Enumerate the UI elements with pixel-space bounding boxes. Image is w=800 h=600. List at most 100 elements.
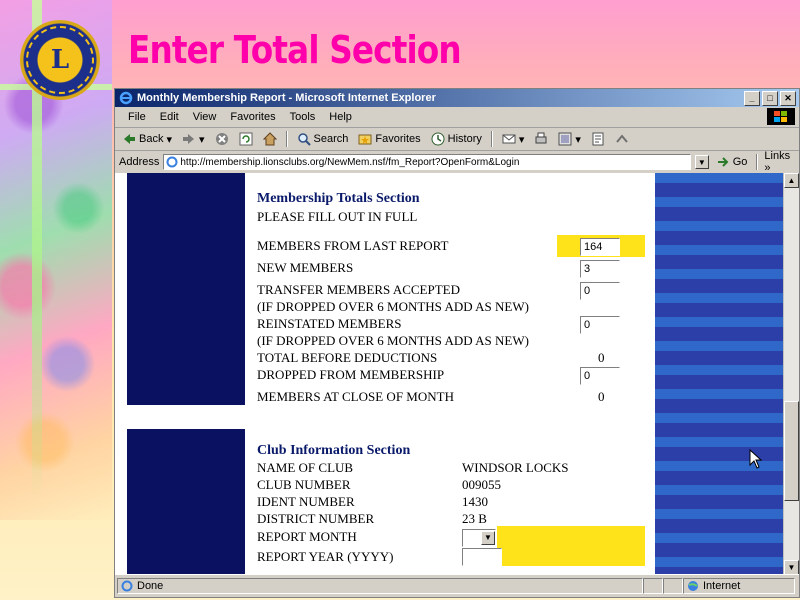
status-text-pane: Done xyxy=(117,578,643,594)
history-button[interactable]: History xyxy=(428,132,485,146)
toolbar-separator xyxy=(756,154,759,170)
window-title: Monthly Membership Report - Microsoft In… xyxy=(137,92,436,104)
title-bar[interactable]: Monthly Membership Report - Microsoft In… xyxy=(115,89,799,107)
stop-icon xyxy=(215,133,228,145)
label-reinstated-members: REINSTATED MEMBERS xyxy=(257,316,402,331)
label-members-close-of-month: MEMBERS AT CLOSE OF MONTH xyxy=(257,389,454,404)
mail-button[interactable]: ▾ xyxy=(499,132,528,146)
menu-edit[interactable]: Edit xyxy=(153,111,186,123)
home-icon xyxy=(262,132,277,146)
search-button[interactable]: Search xyxy=(294,132,352,146)
forward-dropdown-icon[interactable]: ▾ xyxy=(199,133,205,146)
go-button[interactable]: Go xyxy=(713,155,751,169)
total-before-deductions-value: 0 xyxy=(598,350,605,365)
label-transfer-note: (IF DROPPED OVER 6 MONTHS ADD AS NEW) xyxy=(257,299,529,314)
highlight-report-date xyxy=(497,526,645,566)
address-dropdown-button[interactable]: ▼ xyxy=(694,155,709,169)
browser-window: Monthly Membership Report - Microsoft In… xyxy=(114,88,800,598)
label-club-number: CLUB NUMBER xyxy=(257,477,351,492)
home-button[interactable] xyxy=(260,132,280,146)
menu-tools[interactable]: Tools xyxy=(283,111,323,123)
forward-arrow-icon xyxy=(183,134,194,144)
address-field[interactable] xyxy=(163,154,691,170)
history-icon xyxy=(431,132,445,146)
forward-button[interactable]: ▾ xyxy=(179,132,208,146)
district-number-value: 23 B xyxy=(462,511,487,526)
menu-bar: File Edit View Favorites Tools Help xyxy=(115,107,799,128)
membership-totals-section: Membership Totals Section PLEASE FILL OU… xyxy=(257,191,657,411)
messenger-button[interactable] xyxy=(612,132,632,146)
address-bar: Address ▼ Go Links » xyxy=(115,150,799,174)
history-label: History xyxy=(447,133,482,145)
dropped-membership-input[interactable]: 0 xyxy=(580,367,620,385)
menu-view[interactable]: View xyxy=(186,111,224,123)
scroll-down-button[interactable]: ▼ xyxy=(784,560,799,575)
menu-help[interactable]: Help xyxy=(322,111,359,123)
edit-page-button[interactable]: ▾ xyxy=(555,132,584,146)
transfer-members-input[interactable]: 0 xyxy=(580,282,620,300)
status-zone: Internet xyxy=(703,580,741,592)
favorites-button[interactable]: Favorites xyxy=(355,132,423,146)
refresh-button[interactable] xyxy=(236,132,256,146)
mail-icon xyxy=(502,134,516,144)
vertical-scrollbar[interactable]: ▲ ▼ xyxy=(783,173,799,575)
address-input[interactable] xyxy=(178,156,683,168)
report-month-select[interactable]: ▼ xyxy=(462,529,496,547)
minimize-button[interactable]: _ xyxy=(744,91,760,106)
totals-section-title: Membership Totals Section xyxy=(257,191,420,206)
ident-number-value: 1430 xyxy=(462,494,488,509)
discuss-button[interactable] xyxy=(588,132,608,146)
internet-globe-icon xyxy=(688,581,698,591)
report-month-dropdown-icon[interactable]: ▼ xyxy=(481,531,495,545)
reinstated-members-input[interactable]: 0 xyxy=(580,316,620,334)
print-button[interactable] xyxy=(531,132,551,146)
back-button[interactable]: Back ▾ xyxy=(119,132,175,146)
page-content: Membership Totals Section PLEASE FILL OU… xyxy=(115,173,799,575)
slide-title: Enter Total Section xyxy=(128,28,462,72)
edit-dropdown-icon[interactable]: ▾ xyxy=(575,133,581,146)
members-last-report-input[interactable]: 164 xyxy=(580,238,620,256)
search-label: Search xyxy=(313,133,349,145)
toolbar-separator xyxy=(490,131,493,147)
scroll-up-button[interactable]: ▲ xyxy=(784,173,799,188)
back-label: Back xyxy=(139,133,164,145)
members-close-of-month-value: 0 xyxy=(598,389,605,404)
label-new-members: NEW MEMBERS xyxy=(257,260,354,275)
mail-dropdown-icon[interactable]: ▾ xyxy=(519,133,525,146)
striped-banner xyxy=(655,173,783,575)
links-label: Links xyxy=(764,150,791,162)
favorites-folder-icon xyxy=(358,134,372,145)
page-icon xyxy=(166,156,178,168)
label-transfer-members: TRANSFER MEMBERS ACCEPTED xyxy=(257,282,460,297)
new-members-input[interactable]: 3 xyxy=(580,260,620,278)
toolbar: Back ▾ ▾ Search Favorites History ▾ ▾ xyxy=(115,128,799,151)
label-total-before-deductions: TOTAL BEFORE DEDUCTIONS xyxy=(257,350,438,365)
stop-button[interactable] xyxy=(212,132,232,146)
scroll-thumb[interactable] xyxy=(784,401,799,501)
label-ident-number: IDENT NUMBER xyxy=(257,494,355,509)
page-done-icon xyxy=(121,580,133,592)
label-district-number: DISTRICT NUMBER xyxy=(257,511,375,526)
club-number-value: 009055 xyxy=(462,477,501,492)
back-dropdown-icon[interactable]: ▾ xyxy=(166,133,172,146)
menu-favorites[interactable]: Favorites xyxy=(223,111,282,123)
close-button[interactable]: ✕ xyxy=(780,91,796,106)
navy-sidebar-bottom xyxy=(127,429,245,575)
status-pane-blank xyxy=(663,578,683,594)
maximize-button[interactable]: □ xyxy=(762,91,778,106)
club-section-title: Club Information Section xyxy=(257,443,411,458)
refresh-icon xyxy=(239,132,253,146)
messenger-icon xyxy=(616,134,628,143)
links-button[interactable]: Links » xyxy=(764,150,799,174)
lions-logo: L xyxy=(20,20,100,100)
report-year-input[interactable] xyxy=(462,548,502,566)
status-text: Done xyxy=(137,580,164,592)
favorites-label: Favorites xyxy=(375,133,421,145)
navy-sidebar-top xyxy=(127,173,245,405)
status-pane-blank xyxy=(643,578,663,594)
totals-subtitle: PLEASE FILL OUT IN FULL xyxy=(257,209,418,224)
menu-file[interactable]: File xyxy=(121,111,153,123)
label-dropped-membership: DROPPED FROM MEMBERSHIP xyxy=(257,367,445,382)
label-reinstated-note: (IF DROPPED OVER 6 MONTHS ADD AS NEW) xyxy=(257,333,529,348)
address-label: Address xyxy=(119,156,160,168)
